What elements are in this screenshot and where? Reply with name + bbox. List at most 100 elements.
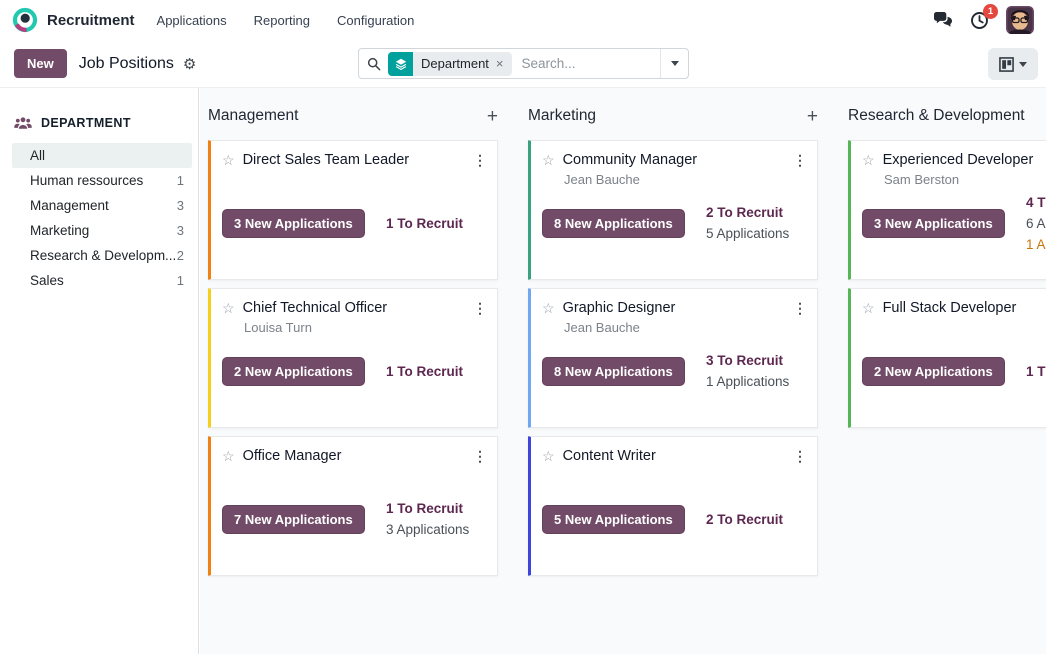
- new-applications-button[interactable]: 3 New Applications: [862, 208, 1005, 238]
- caret-down-icon: [670, 61, 679, 66]
- kebab-menu-icon[interactable]: ⋮: [473, 299, 487, 318]
- card-stats: 1 T: [1026, 361, 1046, 382]
- job-title[interactable]: Full Stack Developer: [883, 299, 1017, 318]
- kebab-menu-icon[interactable]: ⋮: [793, 447, 807, 466]
- page-title: Job Positions: [78, 54, 174, 72]
- gear-icon[interactable]: ⚙: [183, 55, 196, 73]
- view-switcher-button[interactable]: [988, 48, 1038, 80]
- favorite-star-icon[interactable]: ☆: [542, 151, 555, 170]
- sidebar-item-count: 1: [176, 273, 184, 288]
- favorite-star-icon[interactable]: ☆: [862, 299, 875, 318]
- avatar-image: [1006, 6, 1034, 34]
- sidebar-item-label: Research & Developm...: [30, 248, 177, 263]
- sidebar-item-marketing[interactable]: Marketing 3: [12, 218, 192, 243]
- to-recruit-stat[interactable]: 1 To Recruit: [386, 498, 490, 519]
- new-applications-button[interactable]: 8 New Applications: [542, 208, 685, 238]
- job-title[interactable]: Graphic Designer: [563, 299, 676, 318]
- to-recruit-stat[interactable]: 4 T: [1026, 192, 1046, 213]
- job-card-full-stack-developer[interactable]: ☆ Full Stack Developer ⋮ 2 New Applicati…: [848, 288, 1046, 428]
- favorite-star-icon[interactable]: ☆: [542, 447, 555, 466]
- sidebar-section-department: DEPARTMENT: [14, 116, 198, 130]
- sidebar-filter-panel: DEPARTMENT All Human ressources 1 Manage…: [0, 88, 199, 654]
- column-title: Marketing: [528, 107, 597, 124]
- app-name[interactable]: Recruitment: [47, 12, 135, 29]
- activities-button[interactable]: 1: [970, 3, 998, 30]
- navbar-systray: 1: [933, 3, 1034, 34]
- applications-stat[interactable]: 1 Applications: [706, 371, 810, 392]
- job-card-community-manager[interactable]: ☆ Community Manager ⋮ Jean Bauche 8 New …: [528, 140, 818, 280]
- sidebar-item-label: Marketing: [30, 223, 90, 238]
- to-recruit-stat[interactable]: 2 To Recruit: [706, 202, 810, 223]
- to-recruit-stat[interactable]: 1 To Recruit: [386, 361, 490, 382]
- job-title[interactable]: Content Writer: [563, 447, 656, 466]
- add-record-icon[interactable]: +: [487, 107, 498, 126]
- new-applications-button[interactable]: 3 New Applications: [222, 208, 365, 238]
- sidebar-item-sales[interactable]: Sales 1: [12, 268, 192, 293]
- job-card-chief-technical-officer[interactable]: ☆ Chief Technical Officer ⋮ Louisa Turn …: [208, 288, 498, 428]
- kanban-column-research-development: Research & Development + ☆ Experienced D…: [840, 100, 1046, 576]
- job-title[interactable]: Direct Sales Team Leader: [243, 151, 410, 170]
- kebab-menu-icon[interactable]: ⋮: [473, 151, 487, 170]
- notification-badge: 1: [983, 3, 998, 19]
- kebab-menu-icon[interactable]: ⋮: [793, 151, 807, 170]
- add-record-icon[interactable]: +: [807, 107, 818, 126]
- new-applications-button[interactable]: 8 New Applications: [542, 356, 685, 386]
- job-card-graphic-designer[interactable]: ☆ Graphic Designer ⋮ Jean Bauche 8 New A…: [528, 288, 818, 428]
- sidebar-item-all[interactable]: All: [12, 143, 192, 168]
- menu-configuration[interactable]: Configuration: [337, 13, 414, 28]
- applications-stat[interactable]: 6 A: [1026, 213, 1046, 234]
- new-applications-button[interactable]: 2 New Applications: [222, 356, 365, 386]
- job-title[interactable]: Community Manager: [563, 151, 698, 170]
- app-brand[interactable]: Recruitment: [12, 7, 135, 33]
- new-applications-button[interactable]: 7 New Applications: [222, 504, 365, 534]
- remove-facet-icon[interactable]: ×: [496, 56, 504, 71]
- warning-stat[interactable]: 1 A: [1026, 234, 1046, 255]
- kanban-column-marketing: Marketing + ☆ Community Manager ⋮ Jean B…: [520, 100, 840, 576]
- sidebar-item-research-development[interactable]: Research & Developm... 2: [12, 243, 192, 268]
- job-card-content-writer[interactable]: ☆ Content Writer ⋮ 5 New Applications 2 …: [528, 436, 818, 576]
- user-avatar[interactable]: [1006, 6, 1034, 34]
- to-recruit-stat[interactable]: 1 To Recruit: [386, 213, 490, 234]
- job-title[interactable]: Experienced Developer: [883, 151, 1034, 170]
- to-recruit-stat[interactable]: 2 To Recruit: [706, 509, 810, 530]
- new-button[interactable]: New: [14, 49, 67, 78]
- job-card-direct-sales-team-leader[interactable]: ☆ Direct Sales Team Leader ⋮ 3 New Appli…: [208, 140, 498, 280]
- job-title[interactable]: Office Manager: [243, 447, 342, 466]
- favorite-star-icon[interactable]: ☆: [542, 299, 555, 318]
- search-bar[interactable]: Department × Search...: [358, 48, 689, 79]
- search-facet-department[interactable]: Department ×: [388, 51, 512, 76]
- card-stats: 4 T 6 A 1 A: [1026, 192, 1046, 255]
- applications-stat[interactable]: 3 Applications: [386, 519, 490, 540]
- new-applications-button[interactable]: 5 New Applications: [542, 504, 685, 534]
- job-card-experienced-developer[interactable]: ☆ Experienced Developer ⋮ Sam Berston 3 …: [848, 140, 1046, 280]
- facet-label: Department: [421, 56, 489, 71]
- favorite-star-icon[interactable]: ☆: [222, 447, 235, 466]
- card-stats: 1 To Recruit: [386, 213, 490, 234]
- to-recruit-stat[interactable]: 1 T: [1026, 361, 1046, 382]
- search-icon: [367, 57, 381, 70]
- chat-bubbles-icon: [934, 11, 952, 27]
- menu-applications[interactable]: Applications: [157, 13, 227, 28]
- card-stats: 1 To Recruit: [386, 361, 490, 382]
- sidebar-item-management[interactable]: Management 3: [12, 193, 192, 218]
- messages-button[interactable]: [933, 11, 953, 29]
- kebab-menu-icon[interactable]: ⋮: [473, 447, 487, 466]
- kebab-menu-icon[interactable]: ⋮: [793, 299, 807, 318]
- job-title[interactable]: Chief Technical Officer: [243, 299, 388, 318]
- sidebar-item-human-ressources[interactable]: Human ressources 1: [12, 168, 192, 193]
- favorite-star-icon[interactable]: ☆: [222, 299, 235, 318]
- to-recruit-stat[interactable]: 3 To Recruit: [706, 350, 810, 371]
- main-menu: Applications Reporting Configuration: [157, 13, 415, 28]
- new-applications-button[interactable]: 2 New Applications: [862, 356, 1005, 386]
- applications-stat[interactable]: 5 Applications: [706, 223, 810, 244]
- sidebar-item-label: All: [30, 148, 46, 163]
- favorite-star-icon[interactable]: ☆: [222, 151, 235, 170]
- kanban-board: Management + ☆ Direct Sales Team Leader …: [200, 88, 1046, 654]
- menu-reporting[interactable]: Reporting: [254, 13, 310, 28]
- search-placeholder[interactable]: Search...: [522, 56, 576, 71]
- sidebar-item-label: Sales: [30, 273, 64, 288]
- favorite-star-icon[interactable]: ☆: [862, 151, 875, 170]
- search-dropdown-toggle[interactable]: [660, 49, 688, 78]
- card-stats: 2 To Recruit: [706, 509, 810, 530]
- job-card-office-manager[interactable]: ☆ Office Manager ⋮ 7 New Applications 1 …: [208, 436, 498, 576]
